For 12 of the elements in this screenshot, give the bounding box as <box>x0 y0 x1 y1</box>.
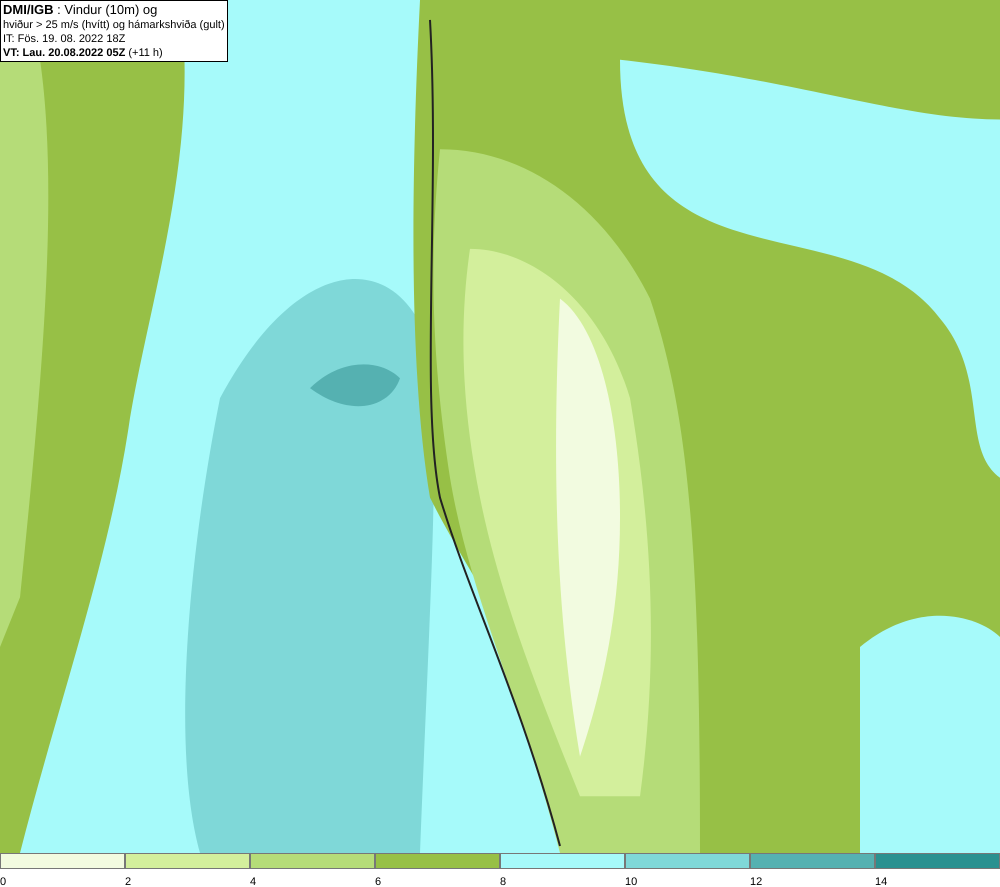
info-text: hviður > 25 m/s (hvítt) og hámarkshviða (gult) <box>3 18 225 32</box>
legend-label: 10 <box>625 876 638 887</box>
legend-label: 12 <box>750 876 762 887</box>
info-text: DMI/IGB : Vindur (10m) og <box>3 2 158 18</box>
info-text: VT: Lau. 20.08.2022 05Z (+11 h) <box>3 46 164 60</box>
legend-label: 14 <box>875 876 888 887</box>
legend-label: 2 <box>125 876 132 887</box>
info-text: IT: Fös. 19. 08. 2022 18Z <box>3 32 126 46</box>
legend-label: 6 <box>375 876 382 887</box>
legend-label: 0 <box>0 876 6 887</box>
legend-label: 8 <box>500 876 506 887</box>
legend-label: 4 <box>250 876 256 887</box>
